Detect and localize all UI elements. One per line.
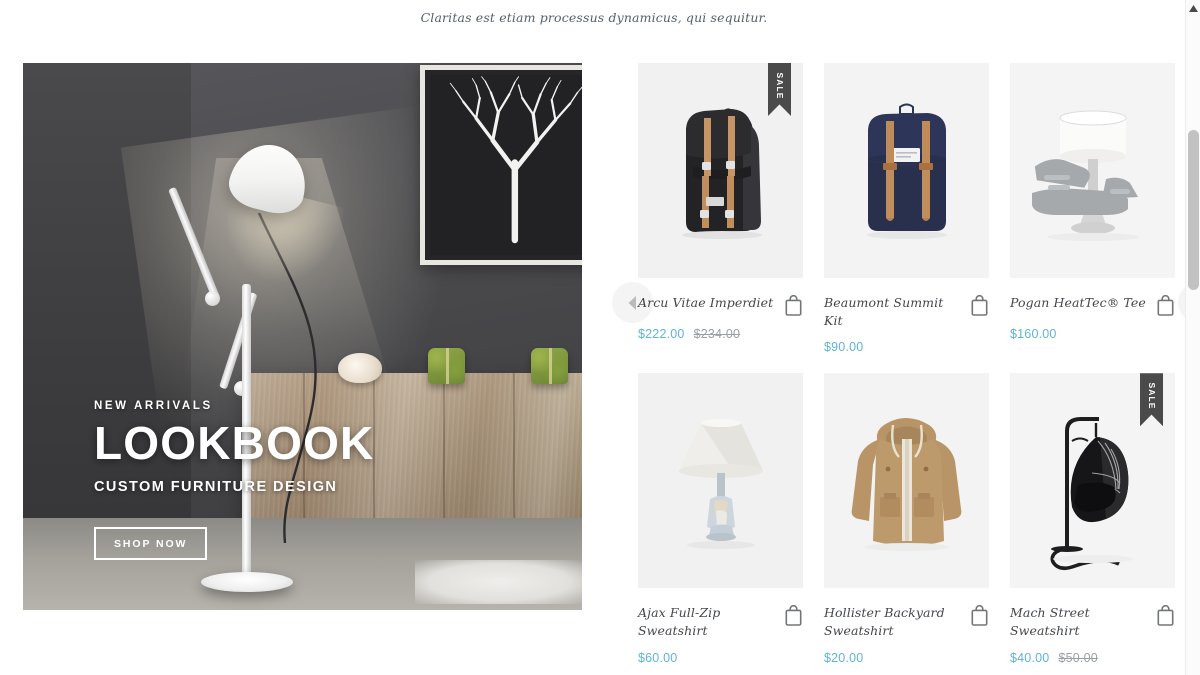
hero-lamp-joint-upper bbox=[205, 291, 220, 306]
product-price-row: $20.00 bbox=[824, 651, 989, 665]
add-to-cart-bag-icon[interactable] bbox=[970, 605, 989, 627]
product-carousel: SALE Arcu Vitae Imperdiet $222.00 $234.0… bbox=[612, 63, 1200, 665]
tan-jacket-illustration bbox=[824, 373, 989, 589]
product-title[interactable]: Hollister Backyard Sweatshirt bbox=[824, 604, 964, 640]
hero-banner-wrapper: NEW ARRIVALS LOOKBOOK CUSTOM FURNITURE D… bbox=[23, 63, 606, 610]
hero-copy: NEW ARRIVALS LOOKBOOK CUSTOM FURNITURE D… bbox=[94, 400, 375, 561]
product-title[interactable]: Pogan HeatTec® Tee bbox=[1010, 294, 1150, 312]
product-price: $90.00 bbox=[824, 340, 864, 355]
product-title[interactable]: Beaumont Summit Kit bbox=[824, 294, 964, 330]
page-content: NEW ARRIVALS LOOKBOOK CUSTOM FURNITURE D… bbox=[0, 34, 1200, 665]
hero-subtitle: CUSTOM FURNITURE DESIGN bbox=[94, 479, 338, 496]
product-card[interactable]: SALE Mach Street Sweatshirt $40.00 $50.0… bbox=[1010, 373, 1175, 665]
product-image[interactable]: SALE bbox=[1010, 373, 1175, 589]
product-info: Hollister Backyard Sweatshirt bbox=[824, 604, 989, 640]
hero-decor-moss-box-right bbox=[531, 348, 568, 384]
scrollbar-thumb[interactable] bbox=[1188, 130, 1199, 290]
product-image[interactable] bbox=[638, 373, 803, 589]
lamp-and-sandals-illustration bbox=[1010, 63, 1175, 278]
product-info: Arcu Vitae Imperdiet bbox=[638, 294, 803, 317]
hero-eyebrow: NEW ARRIVALS bbox=[94, 400, 213, 412]
add-to-cart-bag-icon[interactable] bbox=[1156, 605, 1175, 627]
navy-backpack-illustration bbox=[824, 63, 989, 278]
page-scrollbar[interactable] bbox=[1185, 0, 1200, 675]
product-price: $40.00 bbox=[1010, 650, 1050, 665]
sale-badge-label: SALE bbox=[1146, 382, 1157, 410]
sale-badge-label: SALE bbox=[774, 72, 785, 100]
table-lamp-illustration bbox=[638, 373, 803, 589]
announcement-bar: Claritas est etiam processus dynamicus, … bbox=[0, 0, 1188, 34]
scrollbar-up-button[interactable] bbox=[1186, 0, 1200, 16]
scroll-up-arrow-icon bbox=[1189, 4, 1198, 12]
product-price-row: $222.00 $234.00 bbox=[638, 327, 803, 341]
add-to-cart-bag-icon[interactable] bbox=[784, 295, 803, 317]
product-info: Pogan HeatTec® Tee bbox=[1010, 294, 1175, 317]
hero-artwork-canvas bbox=[430, 75, 582, 255]
product-card[interactable]: Ajax Full-Zip Sweatshirt $60.00 bbox=[638, 373, 803, 665]
announcement-text: Claritas est etiam processus dynamicus, … bbox=[420, 9, 768, 25]
product-card[interactable]: Hollister Backyard Sweatshirt $20.00 bbox=[824, 373, 989, 665]
product-price-original: $50.00 bbox=[1058, 650, 1098, 665]
product-image[interactable] bbox=[1010, 63, 1175, 278]
product-card[interactable]: Beaumont Summit Kit $90.00 bbox=[824, 63, 989, 354]
product-image[interactable]: SALE bbox=[638, 63, 803, 278]
add-to-cart-bag-icon[interactable] bbox=[1156, 295, 1175, 317]
hero-title: LOOKBOOK bbox=[94, 417, 375, 469]
product-title[interactable]: Ajax Full-Zip Sweatshirt bbox=[638, 604, 778, 640]
product-info: Ajax Full-Zip Sweatshirt bbox=[638, 604, 803, 640]
product-card[interactable]: SALE Arcu Vitae Imperdiet $222.00 $234.0… bbox=[638, 63, 803, 354]
shop-now-button[interactable]: SHOP NOW bbox=[94, 527, 208, 561]
hero-framed-artwork bbox=[420, 65, 582, 265]
product-price-row: $40.00 $50.00 bbox=[1010, 651, 1175, 665]
product-image[interactable] bbox=[824, 373, 989, 589]
product-price-row: $60.00 bbox=[638, 651, 803, 665]
hero-decor-moss-box-left bbox=[428, 348, 465, 384]
product-price-row: $90.00 bbox=[824, 340, 989, 354]
chevron-left-icon bbox=[628, 295, 636, 310]
hero-banner[interactable]: NEW ARRIVALS LOOKBOOK CUSTOM FURNITURE D… bbox=[23, 63, 582, 610]
storefront-page: Claritas est etiam processus dynamicus, … bbox=[0, 0, 1200, 675]
product-info: Beaumont Summit Kit bbox=[824, 294, 989, 330]
product-title[interactable]: Arcu Vitae Imperdiet bbox=[638, 294, 778, 312]
product-price: $60.00 bbox=[638, 650, 678, 665]
product-info: Mach Street Sweatshirt bbox=[1010, 604, 1175, 640]
product-title[interactable]: Mach Street Sweatshirt bbox=[1010, 604, 1150, 640]
carousel-prev-button[interactable] bbox=[612, 282, 653, 323]
hero-lamp-base bbox=[201, 572, 293, 592]
add-to-cart-bag-icon[interactable] bbox=[970, 295, 989, 317]
product-price: $20.00 bbox=[824, 650, 864, 665]
product-image[interactable] bbox=[824, 63, 989, 278]
tree-illustration bbox=[449, 76, 582, 244]
product-grid: SALE Arcu Vitae Imperdiet $222.00 $234.0… bbox=[638, 63, 1188, 665]
product-price: $222.00 bbox=[638, 327, 685, 341]
product-price-row: $160.00 bbox=[1010, 327, 1175, 341]
product-card[interactable]: Pogan HeatTec® Tee $160.00 bbox=[1010, 63, 1175, 354]
product-price-original: $234.00 bbox=[693, 327, 741, 341]
hero-rug bbox=[415, 560, 582, 604]
product-price: $160.00 bbox=[1010, 327, 1057, 341]
add-to-cart-bag-icon[interactable] bbox=[784, 605, 803, 627]
